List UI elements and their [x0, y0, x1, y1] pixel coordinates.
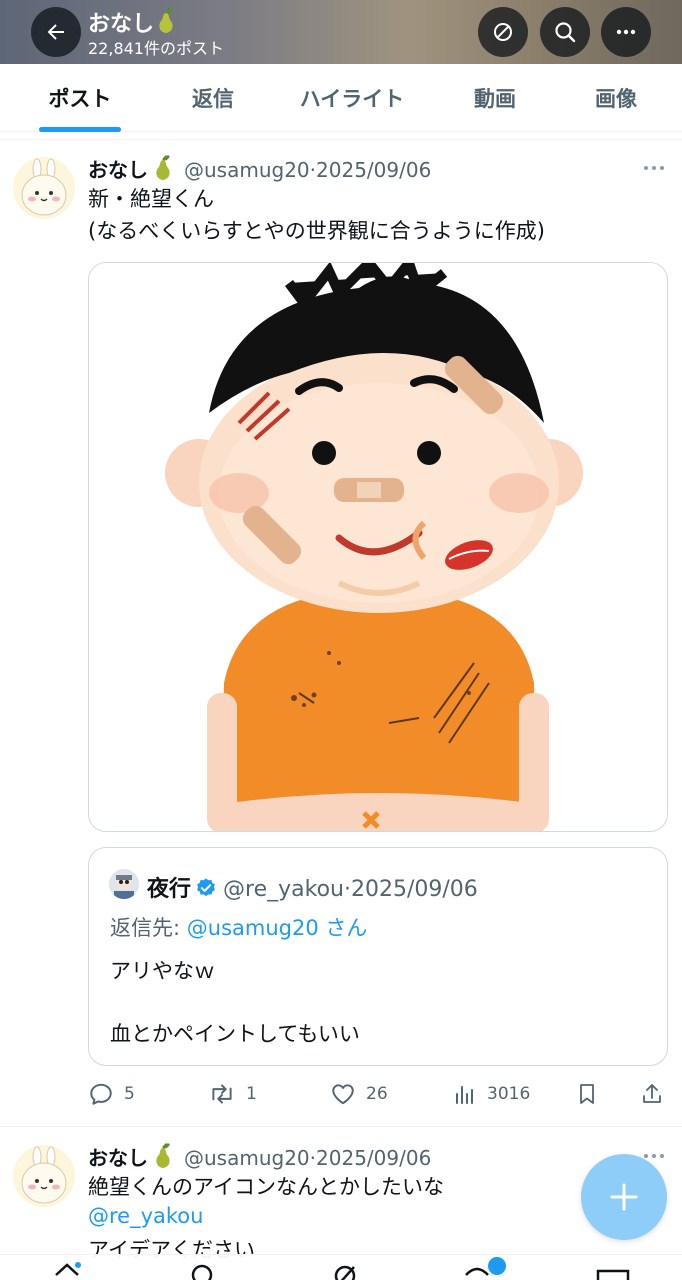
home-icon[interactable] [52, 1261, 82, 1280]
more-button[interactable] [601, 7, 651, 57]
post-actions: 5 1 26 3016 [0, 1072, 682, 1116]
search-button[interactable] [540, 7, 590, 57]
pear-emoji-icon [156, 155, 170, 180]
reply-count: 5 [124, 1084, 135, 1104]
author-name[interactable]: おなし [88, 1146, 148, 1170]
separator-dot: · [343, 877, 351, 902]
replying-to-label: 返信先: [110, 916, 187, 940]
post-text-line-1: 絶望くんのアイコンなんとかしたいな [88, 1175, 444, 1199]
post-more-button[interactable] [642, 156, 666, 185]
avatar-character-image [13, 1145, 75, 1207]
plus-icon [610, 1183, 638, 1211]
more-icon [644, 166, 664, 170]
post-divider [0, 1126, 682, 1127]
section-divider [0, 132, 682, 140]
quote-date[interactable]: 2025/09/06 [351, 877, 478, 902]
repost-icon [212, 1084, 232, 1104]
profile-name: おなし [88, 12, 155, 37]
search-nav-icon[interactable] [188, 1261, 218, 1280]
quote-author-name[interactable]: 夜行 [147, 877, 191, 902]
post-header: おなし @usamug20·2025/09/06 [88, 1142, 431, 1171]
translate-button[interactable] [478, 7, 528, 57]
quote-text-line-1: アリやなｗ [110, 959, 215, 983]
mention-link[interactable]: @re_yakou [88, 1204, 203, 1228]
bottom-navigation [0, 1254, 682, 1280]
post-date[interactable]: 2025/09/06 [316, 158, 431, 182]
profile-title: おなし [88, 6, 178, 38]
post-text-line-2: (なるべくいらすとやの世界観に合うように作成) [88, 219, 545, 243]
avatar[interactable] [13, 157, 75, 219]
views-chart-icon [456, 1086, 473, 1104]
messages-icon[interactable] [596, 1263, 630, 1280]
like-button[interactable]: 26 [330, 1072, 388, 1116]
view-count: 3016 [487, 1084, 531, 1104]
search-icon [555, 22, 576, 43]
post-header: おなし @usamug20·2025/09/06 [88, 154, 431, 183]
pear-emoji-icon [156, 1143, 170, 1168]
reply-button[interactable]: 5 [88, 1072, 135, 1116]
avatar-character-image [13, 157, 75, 219]
heart-icon [332, 1084, 354, 1105]
bookmark-button[interactable] [575, 1072, 609, 1116]
tab-images[interactable]: 画像 [536, 64, 682, 132]
post-image[interactable] [88, 262, 668, 832]
reply-icon [90, 1083, 112, 1105]
replying-to-mention[interactable]: @usamug20 さん [187, 916, 368, 940]
notifications-icon[interactable] [462, 1257, 508, 1280]
avatar[interactable] [13, 1145, 75, 1207]
compose-button[interactable] [581, 1154, 667, 1240]
views-button[interactable]: 3016 [453, 1072, 530, 1116]
like-count: 26 [366, 1084, 388, 1104]
tab-highlights[interactable]: ハイライト [272, 64, 432, 132]
illustration-boy-image [89, 263, 667, 831]
post-text-line-1: 新・絶望くん [88, 187, 214, 211]
share-icon [643, 1084, 661, 1103]
replying-to: 返信先: @usamug20 さん [110, 912, 367, 942]
quoted-reply[interactable]: 夜行 @re_yakou·2025/09/06 返信先: @usamug20 さん… [88, 847, 668, 1066]
quote-text-line-2: 血とかペイントしてもいい [110, 1022, 360, 1046]
post-date[interactable]: 2025/09/06 [316, 1146, 431, 1170]
author-name[interactable]: おなし [88, 158, 148, 182]
bookmark-icon [580, 1084, 594, 1104]
profile-tabs: ポスト 返信 ハイライト 動画 画像 [0, 64, 682, 132]
repost-count: 1 [246, 1084, 257, 1104]
back-arrow-icon [47, 24, 64, 40]
avatar-character-image [109, 869, 139, 899]
post-count: 22,841件のポスト [88, 39, 224, 58]
share-button[interactable] [640, 1072, 674, 1116]
back-button[interactable] [31, 7, 81, 57]
repost-button[interactable]: 1 [208, 1072, 257, 1116]
pear-emoji-icon [159, 8, 173, 33]
grok-icon[interactable] [330, 1261, 360, 1280]
translate-icon [494, 23, 512, 41]
author-handle[interactable]: @usamug20 [184, 158, 310, 182]
author-handle[interactable]: @usamug20 [184, 1146, 310, 1170]
verified-badge-icon [197, 878, 215, 897]
more-icon [616, 29, 636, 35]
quote-avatar[interactable] [109, 869, 139, 899]
profile-header-bar: おなし 22,841件のポスト [0, 0, 682, 64]
tab-replies[interactable]: 返信 [133, 64, 293, 132]
quote-author-handle[interactable]: @re_yakou [223, 877, 344, 902]
quote-header: 夜行 @re_yakou·2025/09/06 [147, 871, 478, 903]
